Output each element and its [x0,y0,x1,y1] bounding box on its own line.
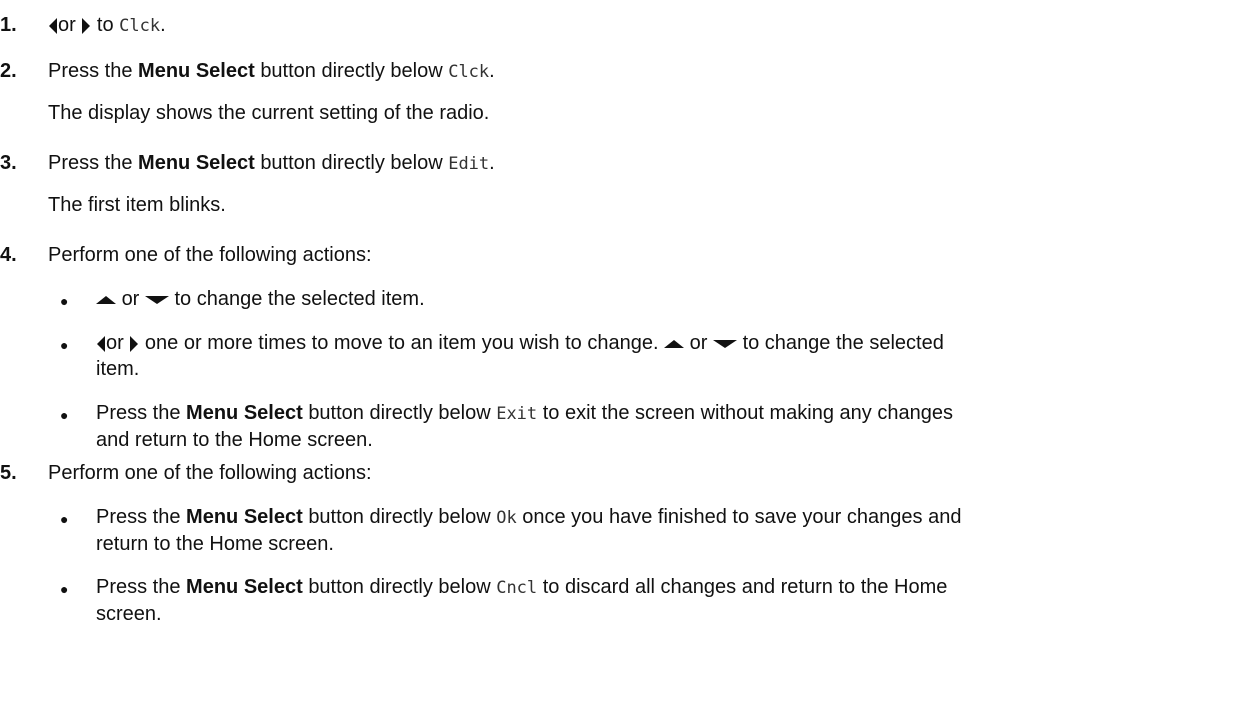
bullet-icon: ● [60,293,69,309]
down-arrow-icon [144,295,169,304]
option-text-continued: item. [96,358,140,380]
bullet-icon: ● [60,511,69,527]
step-4-text: Perform one of the following actions: [48,244,372,266]
left-arrow-icon [97,335,105,352]
step-number: 4. [0,244,17,266]
step-number: 5. [0,462,17,484]
up-arrow-icon [96,295,116,304]
button-below-text: button directly below [308,576,491,598]
step-number: 3. [0,152,17,174]
option-text: to change the selected [742,332,944,354]
step-number: 2. [0,60,17,82]
left-arrow-icon [49,17,57,34]
button-below-text: button directly below [260,60,443,82]
step-3-text: Press the Menu Select button directly be… [48,150,495,177]
or-text: or [689,332,708,354]
button-below-text: button directly below [260,152,443,174]
clck-label: Clck [119,16,161,36]
step-4-option-3: Press the Menu Select button directly be… [96,400,1236,453]
menu-select-label: Menu Select [138,60,255,82]
period: . [160,14,166,36]
press-the-text: Press the [48,60,133,82]
step-2-note: The display shows the current setting of… [48,102,490,124]
to-text: to [96,14,114,36]
option-text: one or more times to move to an item you… [144,332,659,354]
right-arrow-icon [130,335,139,352]
option-text-continued: and return to the Home screen. [96,429,373,451]
step-5-option-1: Press the Menu Select button directly be… [96,504,1236,557]
exit-label: Exit [496,404,538,424]
step-2-text: Press the Menu Select button directly be… [48,58,495,85]
option-text: to exit the screen without making any ch… [542,402,953,424]
step-5-option-2: Press the Menu Select button directly be… [96,574,1236,627]
step-3-note: The first item blinks. [48,194,226,216]
step-4-option-2: or one or more times to move to an item … [96,330,1236,382]
period: . [489,60,495,82]
bullet-icon: ● [60,581,69,597]
bullet-icon: ● [60,407,69,423]
option-text: to discard all changes and return to the… [542,576,948,598]
menu-select-label: Menu Select [186,402,303,424]
down-arrow-icon [713,339,737,348]
bullet-icon: ● [60,337,69,353]
menu-select-label: Menu Select [186,506,303,528]
option-text-continued: return to the Home screen. [96,533,334,555]
press-the-text: Press the [48,152,133,174]
button-below-text: button directly below [308,506,491,528]
right-arrow-icon [82,17,91,34]
option-text-continued: screen. [96,603,162,625]
step-5-text: Perform one of the following actions: [48,462,372,484]
press-the-text: Press the [96,506,181,528]
up-arrow-icon [664,339,685,348]
period: . [489,152,495,174]
or-text: or [106,332,124,354]
step-1-text: or to Clck. [48,12,166,39]
edit-label: Edit [448,154,490,174]
or-text: or [58,14,76,36]
ok-label: Ok [496,508,517,528]
option-text: to change the selected item. [174,288,425,310]
menu-select-label: Menu Select [138,152,255,174]
menu-select-label: Menu Select [186,576,303,598]
or-text: or [121,288,140,310]
step-4-option-1: or to change the selected item. [96,286,1236,312]
cncl-label: Cncl [496,578,538,598]
step-number: 1. [0,14,17,36]
option-text: once you have finished to save your chan… [522,506,962,528]
button-below-text: button directly below [308,402,491,424]
press-the-text: Press the [96,402,181,424]
clck-label: Clck [448,62,490,82]
press-the-text: Press the [96,576,181,598]
